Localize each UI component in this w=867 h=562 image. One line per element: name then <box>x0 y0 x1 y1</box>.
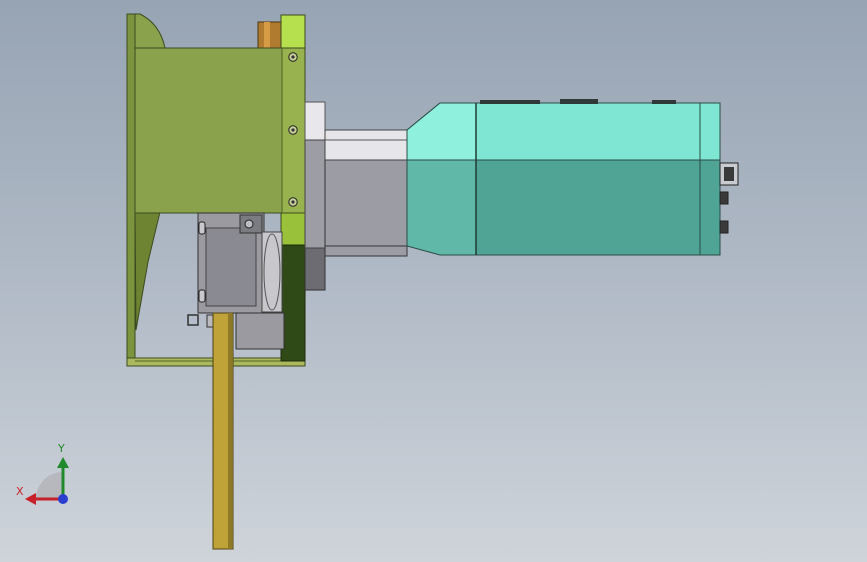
base-block <box>235 312 285 350</box>
motor-adapter <box>304 101 408 291</box>
shaft-highlight <box>228 313 232 549</box>
flange-screw-1 <box>288 52 298 62</box>
adapter-body <box>304 139 326 249</box>
adapter-collar-bottom <box>304 247 326 291</box>
side-plate <box>134 47 306 214</box>
motor-connector-3 <box>719 220 729 234</box>
axis-triad <box>25 457 69 505</box>
assembly-drawing <box>25 13 739 550</box>
bearing-block-face <box>205 227 257 307</box>
motor-connector-2 <box>719 191 729 205</box>
y-axis-arrowhead <box>57 457 69 468</box>
side-plate-face <box>134 47 286 214</box>
dark-housing <box>280 244 306 362</box>
flange-screw-2 <box>288 125 298 135</box>
servo-motor <box>406 99 739 256</box>
bronze-nut-shade <box>264 22 270 50</box>
x-axis-label: X <box>16 485 24 498</box>
bracket-clip <box>187 314 199 326</box>
top-bracket-hardware <box>257 14 306 51</box>
bracket-back-plate <box>126 13 136 365</box>
motor-top-vents-3 <box>652 100 676 104</box>
cad-viewport[interactable]: X Y <box>0 0 867 562</box>
x-axis-arrowhead <box>25 493 36 505</box>
bronze-nut <box>257 21 285 51</box>
vertical-shaft <box>212 312 234 550</box>
motor-top-vents-2 <box>560 99 598 104</box>
side-slot-top <box>198 221 206 235</box>
bracket-gusset <box>134 211 161 331</box>
z-axis-dot <box>58 494 68 504</box>
motor-body-top <box>475 102 721 161</box>
collar-screw <box>244 219 254 229</box>
y-axis-label: Y <box>58 442 65 455</box>
motor-connector <box>719 162 739 186</box>
flange-screw-3 <box>288 197 298 207</box>
triad-quarter-disk <box>36 472 63 499</box>
lime-block-lower <box>280 212 306 246</box>
lime-block-top <box>280 14 306 50</box>
adapter-flange-top <box>324 129 408 161</box>
lower-housing <box>187 212 306 362</box>
side-slot-bottom <box>198 289 206 303</box>
motor-body-bottom <box>475 159 721 256</box>
motor-top-vents <box>480 100 540 104</box>
adapter-collar-top <box>304 101 326 141</box>
motor-nose-top <box>406 102 477 161</box>
pulley <box>261 231 283 313</box>
